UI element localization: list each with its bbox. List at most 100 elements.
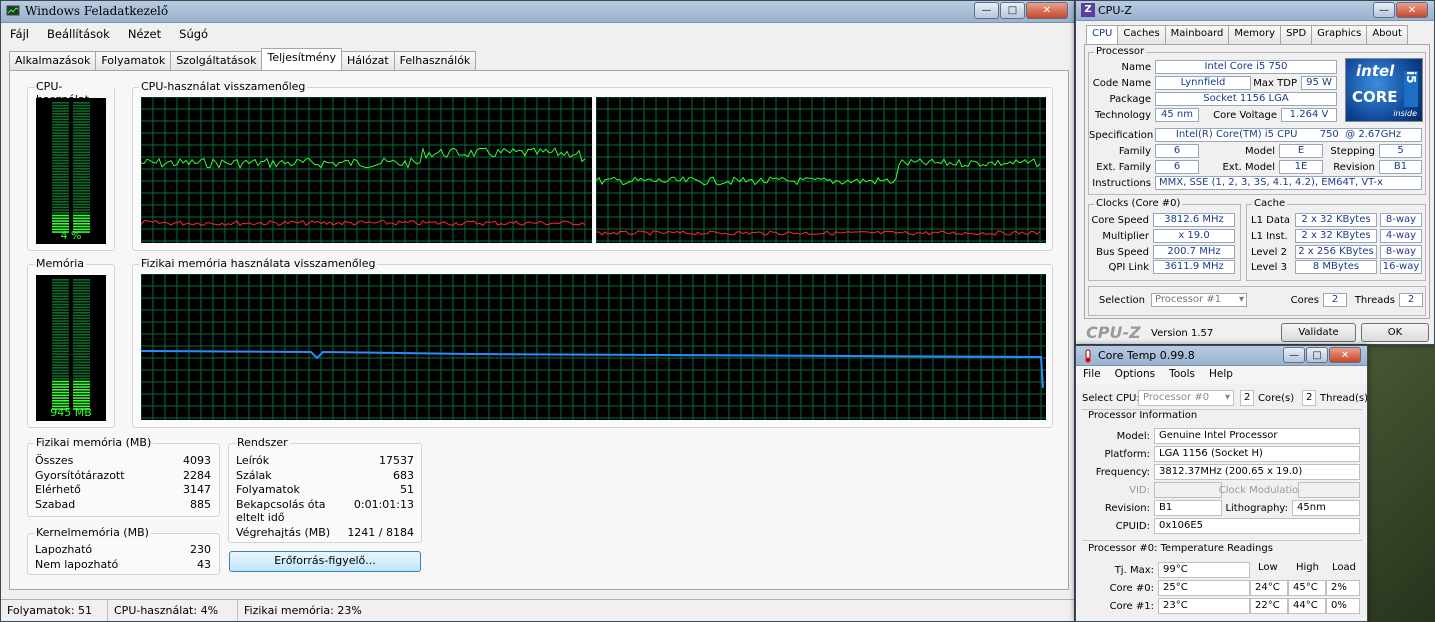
ct-menu-help[interactable]: Help [1202,366,1240,384]
coretemp-maximize-button[interactable]: □ [1306,347,1328,363]
stepping-label: Stepping [1330,146,1375,157]
stat-row: Végrehajtás (MB) 1241 / 8184 [236,526,414,541]
tab-services[interactable]: Szolgáltatások [170,51,263,70]
coretemp-titlebar[interactable]: Core Temp 0.99.8 — □ ✕ [1076,346,1367,366]
cpuz-minimize-button[interactable]: — [1373,2,1395,18]
coretemp-minimize-button[interactable]: — [1283,347,1305,363]
coretemp-close-button[interactable]: ✕ [1329,347,1361,363]
menu-help[interactable]: Súgó [170,24,217,44]
menu-file[interactable]: Fájl [1,24,38,44]
cpuz-tab-cpu[interactable]: CPU [1086,25,1119,44]
cores-label: Cores [1290,295,1319,306]
core1-load: 0% [1326,598,1360,614]
selection-dropdown[interactable]: Processor #1 ▾ [1151,293,1247,307]
tab-applications[interactable]: Alkalmazások [9,51,97,70]
selection-group: Selection Processor #1 ▾ Cores 2 Threads … [1088,286,1426,316]
tab-networking[interactable]: Hálózat [341,51,395,70]
selectcpu-dropdown[interactable]: Processor #0 ▾ [1138,390,1234,406]
cache-group: Cache L1 Data 2 x 32 KBytes 8-way L1 Ins… [1246,198,1426,281]
stat-label: Leírók [236,454,270,467]
cpu-history-core0-plot [140,96,592,243]
stat-row: Folyamatok 51 [236,483,414,498]
maximize-button[interactable]: □ [1000,2,1025,19]
cpuz-close-button[interactable]: ✕ [1396,2,1428,18]
cpuz-tab-memory[interactable]: Memory [1228,25,1282,44]
maxtdp-value: 95 W [1301,76,1337,90]
memory-history-plot [140,273,1046,420]
menu-options[interactable]: Beállítások [38,24,119,44]
stepping-value: 5 [1379,144,1422,158]
system-group: Rendszer Leírók 17537 Szálak 683 Folyamato… [228,436,422,543]
ct-threads-label: Thread(s) [1320,393,1368,404]
stat-value: 17537 [379,454,414,467]
cache-size-value: 2 x 32 KBytes [1295,229,1377,243]
tab-users[interactable]: Felhasználók [393,51,477,70]
instructions-label: Instructions [1092,178,1151,189]
stat-label: Nem lapozható [35,557,119,571]
memory-history-group: Fizikai memória használata visszamenőleg [132,257,1053,428]
menu-view[interactable]: Nézet [119,24,170,44]
ct-menu-file[interactable]: File [1076,366,1108,384]
codename-label: Code Name [1092,78,1151,89]
resource-monitor-button[interactable]: Erőforrás-figyelő... [229,551,421,572]
processor-info-label: Processor Information [1088,410,1198,421]
ct-menu-options[interactable]: Options [1108,366,1163,384]
cpuz-tab-about[interactable]: About [1366,25,1408,44]
cpuz-tab-graphics[interactable]: Graphics [1311,25,1368,44]
coretemp-menu-bar: File Options Tools Help [1076,366,1367,384]
ct-model-value: Genuine Intel Processor [1154,428,1360,444]
stat-row: Összes 4093 [35,454,211,469]
stat-row: Szálak 683 [236,469,414,484]
close-button[interactable]: ✕ [1026,2,1068,19]
task-manager-titlebar[interactable]: Windows Feladatkezelő — □ ✕ [1,1,1074,23]
corespeed-label: Core Speed [1091,215,1149,226]
cpu-history-label: CPU-használat visszamenőleg [139,80,308,93]
instructions-value: MMX, SSE (1, 2, 3, 3S, 4.1, 4.2), EM64T,… [1155,176,1422,190]
cache-level-label: Level 2 [1251,247,1287,258]
stat-label: Elérhető [35,483,81,497]
tab-processes[interactable]: Folyamatok [95,51,172,70]
ct-cpuid-value: 0x106E5 [1154,518,1360,534]
cpuz-tab-mainboard[interactable]: Mainboard [1164,25,1230,44]
cache-level-label: Level 3 [1251,262,1287,273]
ct-frequency-value: 3812.37MHz (200.65 x 19.0) [1154,464,1360,480]
model-value: E [1279,144,1323,158]
intel-core-i5-logo: intel CORE i5 inside [1345,58,1423,122]
multiplier-label: Multiplier [1102,231,1149,242]
cpu-usage-bars [52,102,90,233]
logo-core-text: CORE [1352,88,1398,106]
coretemp-window: Core Temp 0.99.8 — □ ✕ File Options Tool… [1075,345,1368,622]
core0-load: 2% [1326,580,1360,596]
extmodel-value: 1E [1279,160,1323,174]
stat-row: Gyorsítótárazott 2284 [35,469,211,484]
cpu-usage-value: 4 % [60,229,82,242]
col-high-label: High [1296,562,1319,573]
busspeed-value: 200.7 MHz [1153,245,1235,259]
cpuz-tab-spd[interactable]: SPD [1280,25,1313,44]
memory-bars [52,279,90,410]
stat-label: Szálak [236,468,272,482]
cache-assoc-value: 8-way [1380,245,1422,259]
cpuz-tabs: CPU Caches Mainboard Memory SPD Graphics… [1086,25,1408,44]
cpuz-app-icon: Z [1081,3,1095,17]
ok-button[interactable]: OK [1361,323,1429,342]
stat-label: Gyorsítótárazott [35,468,125,482]
codename-value: Lynnfield [1155,76,1251,90]
corespeed-value: 3812.6 MHz [1153,213,1235,227]
stat-row: Szabad 885 [35,498,211,513]
chevron-down-icon: ▾ [1238,294,1244,305]
memory-value: 945 MB [50,406,92,419]
cpuz-panel: Processor Name Intel Core i5 750 Code Na… [1084,44,1430,319]
cpuz-tab-caches[interactable]: Caches [1117,25,1166,44]
tab-performance[interactable]: Teljesítmény [261,48,343,70]
stat-row: Leírók 17537 [236,454,414,469]
cpuz-title: CPU-Z [1098,4,1132,17]
ct-menu-tools[interactable]: Tools [1162,366,1202,384]
cpu-usage-meter: 4 % [36,98,106,244]
minimize-button[interactable]: — [974,2,999,19]
stat-value: 683 [393,468,414,482]
cache-level-label: L1 Inst. [1251,231,1288,242]
validate-button[interactable]: Validate [1281,323,1356,342]
cpuz-titlebar[interactable]: Z CPU-Z — ✕ [1076,1,1434,21]
system-title: Rendszer [235,436,290,449]
